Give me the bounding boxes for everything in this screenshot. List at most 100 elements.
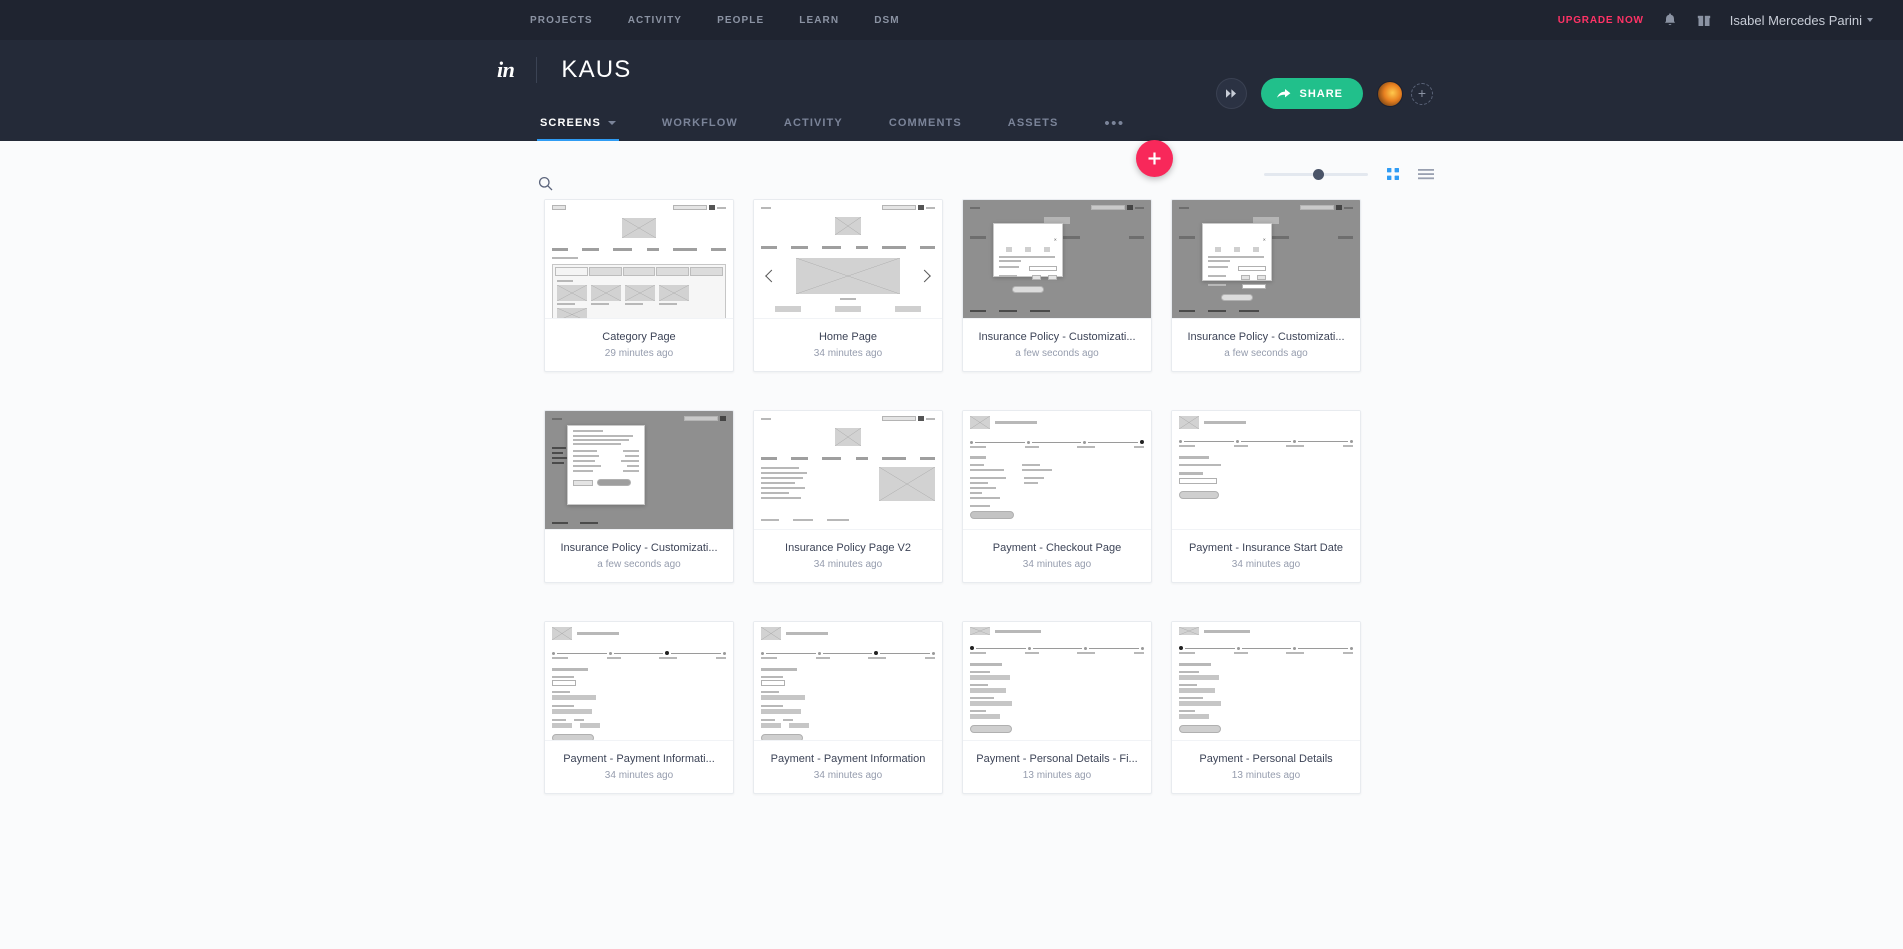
- screen-title: Home Page: [818, 331, 878, 343]
- invision-logo[interactable]: in: [497, 57, 515, 83]
- tab-comments[interactable]: COMMENTS: [889, 117, 962, 141]
- search-icon: [538, 176, 553, 190]
- screen-timestamp: 13 minutes ago: [1022, 770, 1092, 781]
- screen-caption: Payment - Personal Details - Fi... 13 mi…: [963, 741, 1151, 793]
- screen-timestamp: 34 minutes ago: [813, 348, 883, 359]
- add-member-button[interactable]: +: [1411, 82, 1433, 105]
- upgrade-now-link[interactable]: UPGRADE NOW: [1558, 15, 1644, 26]
- screen-card[interactable]: Payment - Personal Details 13 minutes ag…: [1171, 621, 1361, 794]
- slider-handle[interactable]: [1312, 169, 1324, 180]
- tab-overflow-menu[interactable]: •••: [1104, 116, 1124, 141]
- screen-caption: Payment - Insurance Start Date 34 minute…: [1172, 530, 1360, 582]
- screen-timestamp: 34 minutes ago: [1231, 559, 1301, 570]
- grid-view-icon[interactable]: [1386, 167, 1400, 181]
- global-nav-learn[interactable]: LEARN: [799, 15, 839, 26]
- global-nav-dsm[interactable]: DSM: [874, 15, 900, 26]
- global-bar-right: UPGRADE NOW Isabel Mercedes Parini: [1558, 12, 1873, 28]
- wireframe-policy-modal-2: ✕: [1172, 200, 1360, 318]
- screen-card[interactable]: Insurance Policy - Customizati... a few …: [544, 410, 734, 583]
- screen-timestamp: a few seconds ago: [1015, 348, 1099, 359]
- screen-thumbnail: [545, 411, 733, 530]
- screen-caption: Payment - Payment Informati... 34 minute…: [545, 741, 733, 793]
- screen-timestamp: 13 minutes ago: [1231, 770, 1301, 781]
- screen-card[interactable]: ✕ Insurance Policy - Customizati... a fe…: [962, 199, 1152, 372]
- header-divider: [536, 57, 538, 83]
- screen-caption: Category Page 29 minutes ago: [545, 319, 733, 371]
- screen-card[interactable]: Payment - Checkout Page 34 minutes ago: [962, 410, 1152, 583]
- wireframe-personal-details: [1172, 622, 1360, 740]
- search-input[interactable]: [561, 176, 741, 190]
- wireframe-category-page: [545, 200, 733, 318]
- screen-card[interactable]: Payment - Payment Informati... 34 minute…: [544, 621, 734, 794]
- tab-activity[interactable]: ACTIVITY: [784, 117, 843, 141]
- screen-title: Insurance Policy - Customizati...: [560, 542, 718, 554]
- screens-content: Category Page 29 minutes ago Home Page 3…: [0, 141, 1903, 949]
- gift-icon[interactable]: [1696, 12, 1712, 28]
- screen-title: Payment - Insurance Start Date: [1188, 542, 1344, 554]
- project-header-actions: SHARE +: [1216, 78, 1433, 109]
- global-nav-people[interactable]: PEOPLE: [717, 15, 764, 26]
- screen-title: Payment - Payment Information: [770, 753, 926, 765]
- screen-thumbnail: [963, 411, 1151, 530]
- tab-screens[interactable]: SCREENS: [537, 117, 619, 141]
- bell-icon[interactable]: [1662, 12, 1678, 28]
- list-view-icon[interactable]: [1418, 167, 1434, 181]
- wireframe-policy-v2: [754, 411, 942, 529]
- screen-thumbnail: [754, 622, 942, 741]
- wireframe-payment-info: [545, 622, 733, 740]
- project-header: in KAUS SHARE + SCREENS WORKFLOW ACTIVIT…: [0, 40, 1903, 177]
- global-nav-projects[interactable]: PROJECTS: [530, 15, 593, 26]
- user-menu[interactable]: Isabel Mercedes Parini: [1730, 13, 1873, 28]
- carousel-next-icon: [918, 269, 931, 282]
- tab-workflow[interactable]: WORKFLOW: [662, 117, 738, 141]
- screen-card[interactable]: Payment - Personal Details - Fi... 13 mi…: [962, 621, 1152, 794]
- carousel-prev-icon: [765, 269, 778, 282]
- screen-timestamp: 34 minutes ago: [813, 770, 883, 781]
- screen-card[interactable]: Category Page 29 minutes ago: [544, 199, 734, 372]
- thumbnail-size-slider[interactable]: [1264, 167, 1368, 181]
- screen-caption: Insurance Policy - Customizati... a few …: [545, 530, 733, 582]
- screen-timestamp: 34 minutes ago: [813, 559, 883, 570]
- screen-card[interactable]: ✕ Insurance Policy - Customizati... a fe…: [1171, 199, 1361, 372]
- project-tabs: SCREENS WORKFLOW ACTIVITY COMMENTS ASSET…: [0, 100, 1903, 141]
- screen-card[interactable]: Payment - Payment Information 34 minutes…: [753, 621, 943, 794]
- global-nav-activity[interactable]: ACTIVITY: [628, 15, 682, 26]
- screen-thumbnail: [754, 411, 942, 530]
- wireframe-policy-modal-3: [545, 411, 733, 529]
- screen-caption: Payment - Checkout Page 34 minutes ago: [963, 530, 1151, 582]
- screen-caption: Insurance Policy - Customizati... a few …: [963, 319, 1151, 371]
- screen-thumbnail: [963, 622, 1151, 741]
- preview-play-button[interactable]: [1216, 78, 1248, 109]
- screen-timestamp: a few seconds ago: [597, 559, 681, 570]
- screen-title: Payment - Personal Details: [1199, 753, 1333, 765]
- screen-card[interactable]: Insurance Policy Page V2 34 minutes ago: [753, 410, 943, 583]
- screen-title: Payment - Payment Informati...: [563, 753, 715, 765]
- screen-caption: Insurance Policy Page V2 34 minutes ago: [754, 530, 942, 582]
- add-screen-button[interactable]: [1136, 140, 1173, 177]
- screen-thumbnail: [754, 200, 942, 319]
- screen-card[interactable]: Payment - Insurance Start Date 34 minute…: [1171, 410, 1361, 583]
- wireframe-checkout: [963, 411, 1151, 529]
- avatar[interactable]: [1377, 80, 1403, 107]
- tab-screens-label: SCREENS: [540, 117, 601, 129]
- screen-thumbnail: [545, 622, 733, 741]
- screen-timestamp: 34 minutes ago: [1022, 559, 1092, 570]
- screen-title: Payment - Checkout Page: [992, 542, 1122, 554]
- screen-title: Insurance Policy - Customizati...: [1187, 331, 1345, 343]
- share-button[interactable]: SHARE: [1261, 78, 1363, 109]
- wireframe-policy-modal: ✕: [963, 200, 1151, 318]
- plus-icon: [1148, 152, 1161, 165]
- search-box[interactable]: [538, 176, 741, 191]
- screen-thumbnail: [1172, 622, 1360, 741]
- screen-title: Category Page: [602, 331, 676, 343]
- tab-assets[interactable]: ASSETS: [1008, 117, 1059, 141]
- wireframe-personal-details-filled: [963, 622, 1151, 740]
- global-top-bar: PROJECTS ACTIVITY PEOPLE LEARN DSM UPGRA…: [0, 0, 1903, 40]
- screen-card[interactable]: Home Page 34 minutes ago: [753, 199, 943, 372]
- chevron-down-icon: [607, 121, 616, 125]
- wireframe-start-date: [1172, 411, 1360, 529]
- page-title: KAUS: [561, 56, 632, 83]
- chevron-down-icon: [1867, 18, 1873, 22]
- screen-caption: Payment - Payment Information 34 minutes…: [754, 741, 942, 793]
- screen-title: Insurance Policy Page V2: [785, 542, 911, 554]
